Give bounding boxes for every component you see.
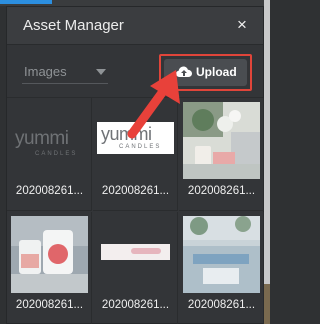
active-tab-indicator <box>0 0 52 4</box>
asset-tile[interactable]: 202008261... <box>7 212 92 324</box>
logo-text: yummi <box>15 128 69 149</box>
asset-thumbnail <box>97 216 174 293</box>
asset-thumbnail <box>183 102 260 179</box>
asset-type-select[interactable]: Images <box>22 60 108 84</box>
modal-title: Asset Manager <box>23 17 124 34</box>
asset-filename: 202008261... <box>15 299 84 311</box>
asset-filename: 202008261... <box>101 185 170 197</box>
modal-header: Asset Manager × <box>7 7 263 45</box>
asset-filename: 202008261... <box>187 185 256 197</box>
banner-card <box>101 244 170 260</box>
chevron-down-icon <box>96 69 106 75</box>
asset-tile[interactable]: 202008261... <box>179 212 264 324</box>
asset-manager-modal: Asset Manager × Images Upload yummi CAND… <box>6 6 264 324</box>
asset-type-select-value: Images <box>24 64 67 79</box>
logo-subtext: CANDLES <box>35 151 78 157</box>
background-page-edge <box>264 0 270 324</box>
asset-filename: 202008261... <box>187 299 256 311</box>
logo-subtext: CANDLES <box>119 144 162 150</box>
asset-thumbnail <box>11 216 88 293</box>
asset-thumbnail: yummi CANDLES <box>11 102 88 179</box>
arrow-annotation-icon <box>127 70 180 139</box>
close-icon[interactable]: × <box>233 16 251 34</box>
asset-tile[interactable]: 202008261... <box>93 212 178 324</box>
asset-filename: 202008261... <box>101 299 170 311</box>
asset-tile[interactable]: yummi CANDLES 202008261... <box>7 98 92 211</box>
asset-thumbnail <box>183 216 260 293</box>
banner-accent <box>131 248 161 254</box>
upload-button-label: Upload <box>196 65 237 79</box>
asset-filename: 202008261... <box>15 185 84 197</box>
background-page-edge-image <box>264 284 270 324</box>
asset-tile[interactable]: 202008261... <box>179 98 264 211</box>
